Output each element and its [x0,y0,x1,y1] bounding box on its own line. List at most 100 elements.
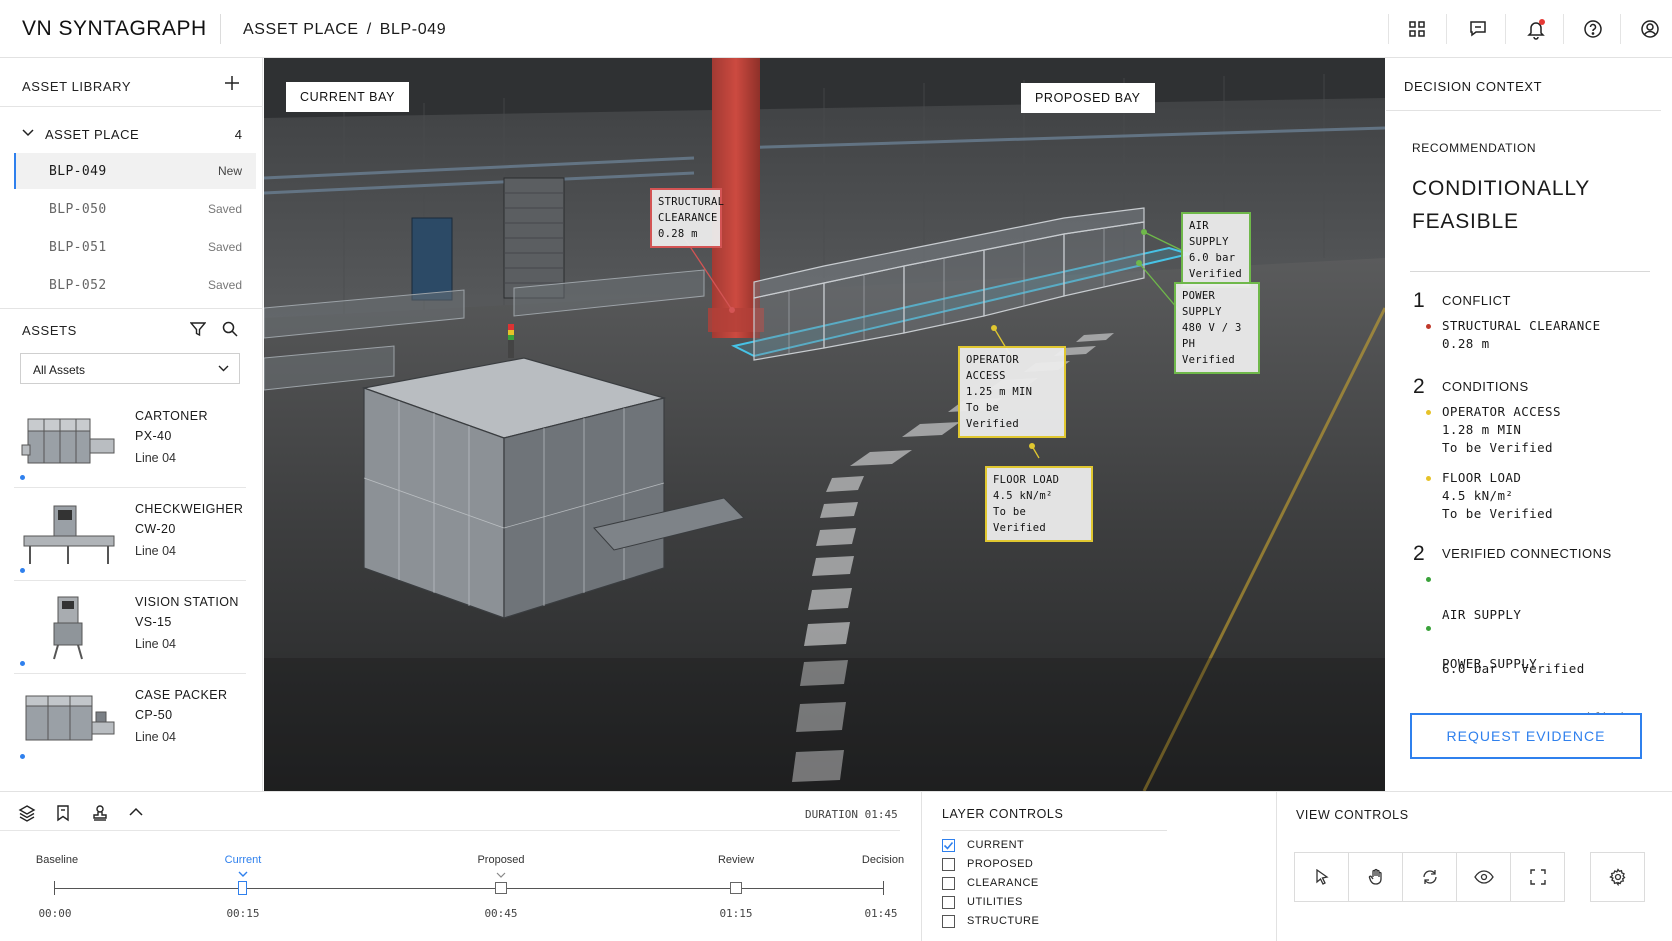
callout-operator-access[interactable]: OPERATOR ACCESS 1.25 m MIN To be Verifie… [958,346,1066,438]
layer-toggle-clearance[interactable]: CLEARANCE [942,875,1039,891]
callout-floor-load[interactable]: FLOOR LOAD 4.5 kN/m² To be Verified [985,466,1093,542]
add-icon[interactable] [224,75,240,96]
place-row[interactable]: BLP-049 New [14,153,256,189]
search-icon[interactable] [222,321,238,342]
bell-icon[interactable] [1522,15,1550,43]
check-icon [943,841,954,850]
asset-library-title: ASSET LIBRARY [22,79,132,94]
asset-model: CP-50 [135,708,173,722]
chevron-down-icon [22,129,34,137]
asset-card-checkweigher[interactable]: CHECKWEIGHER CW-20 Line 04 [14,488,246,581]
filter-icon[interactable] [189,321,207,342]
layer-controls-title: LAYER CONTROLS [942,807,1064,821]
timeline-playhead[interactable] [238,881,247,895]
asset-name: CASE PACKER [135,688,228,702]
place-name: BLP-049 [49,164,107,179]
layer-label: CURRENT [967,839,1025,851]
layer-toggle-current[interactable]: CURRENT [942,837,1024,853]
asset-card-vision-station[interactable]: VISION STATION VS-15 Line 04 [14,581,246,674]
condition-item-operator-access[interactable]: OPERATOR ACCESS 1.28 m MIN To be Verifie… [1442,403,1561,457]
warehouse-scene [264,58,1385,791]
layer-toggle-proposed[interactable]: PROPOSED [942,856,1033,872]
layers-icon[interactable] [18,804,36,827]
proposed-bay-label[interactable]: PROPOSED BAY [1021,83,1155,113]
settings-icon[interactable] [1590,852,1645,902]
scene-viewport[interactable]: CURRENT BAY PROPOSED BAY STRUCTURAL CLEA… [264,58,1385,791]
asset-model: CW-20 [135,522,176,536]
conflict-bullet [1426,324,1431,329]
divider [942,830,1167,831]
checkbox[interactable] [942,914,955,928]
asset-sidebar: ASSET LIBRARY ASSET PLACE 4 BLP-049 New … [0,58,263,791]
request-evidence-button[interactable]: REQUEST EVIDENCE [1410,713,1642,759]
recommendation-line: FEASIBLE [1412,210,1519,233]
timeline-tick [54,881,55,895]
chevron-up-icon[interactable] [128,805,144,824]
conflict-count: 1 [1413,289,1425,312]
asset-name: CARTONER [135,409,208,423]
place-row[interactable]: BLP-050 Saved [14,191,256,227]
eye-icon[interactable] [1456,852,1511,902]
conflict-title: CONFLICT [1442,293,1511,308]
timeline-marker[interactable] [495,882,507,894]
timeline-marker[interactable] [730,882,742,894]
item-line: 1.28 m MIN [1442,422,1522,437]
callout-line: 0.28 m [658,228,698,240]
item-line: 4.5 kN/m² [1442,488,1514,503]
pointer-icon[interactable] [1294,852,1349,902]
layer-label: STRUCTURE [967,915,1040,927]
callout-line: Verified [1189,268,1242,280]
layer-toggle-structure[interactable]: STRUCTURE [942,913,1039,929]
current-bay-label[interactable]: CURRENT BAY [286,82,410,112]
recommendation-label: RECOMMENDATION [1412,141,1537,155]
checkbox-checked[interactable] [942,838,955,852]
condition-bullet [1426,410,1431,415]
layer-label: UTILITIES [967,896,1023,908]
status-dot [20,568,25,573]
callout-air-supply[interactable]: AIR SUPPLY 6.0 bar Verified [1181,212,1251,288]
place-row[interactable]: BLP-052 Saved [14,267,256,303]
asset-place-group[interactable]: ASSET PLACE 4 [20,125,250,145]
callout-power-supply[interactable]: POWER SUPPLY 480 V / 3 PH Verified [1174,282,1260,374]
place-state: Saved [207,202,242,216]
asset-line: Line 04 [135,451,177,465]
app-logo: VN SYNTAGRAPH [22,17,207,40]
item-line: To be Verified [1442,440,1553,455]
layer-toggle-utilities[interactable]: UTILITIES [942,894,1023,910]
condition-item-floor-load[interactable]: FLOOR LOAD 4.5 kN/m² To be Verified [1442,469,1553,523]
timeline-time: 00:45 [484,907,518,920]
bookmark-icon[interactable] [55,804,71,827]
place-row[interactable]: BLP-051 Saved [14,229,256,265]
callout-structural-clearance[interactable]: STRUCTURAL CLEARANCE 0.28 m [650,188,725,248]
item-line: To be Verified [1442,506,1553,521]
user-icon[interactable] [1636,15,1664,43]
callout-line: CLEARANCE [658,212,718,224]
grid-icon[interactable] [1403,15,1431,43]
timeline-track[interactable] [54,888,884,889]
asset-card-case-packer[interactable]: CASE PACKER CP-50 Line 04 [14,674,246,767]
checkbox[interactable] [942,876,955,890]
status-dot [20,754,25,759]
case-packer-thumbnail [25,695,115,741]
breadcrumb-asset-place[interactable]: ASSET PLACE [243,21,359,38]
asset-card-cartoner[interactable]: CARTONER PX-40 Line 04 [14,395,246,488]
asset-filter-select[interactable]: All Assets [20,353,240,384]
stamp-icon[interactable] [91,804,109,827]
checkbox[interactable] [942,857,955,871]
header-separator [1505,14,1506,44]
hand-icon[interactable] [1348,852,1403,902]
conflict-item[interactable]: STRUCTURAL CLEARANCE 0.28 m [1442,317,1601,353]
header-separator [1388,14,1389,44]
orbit-icon[interactable] [1402,852,1457,902]
place-state: Saved [207,278,242,292]
header-separator [1563,14,1564,44]
timeline-stage-label: Review [717,854,755,866]
comment-icon[interactable] [1464,15,1492,43]
fullscreen-icon[interactable] [1510,852,1565,902]
checkbox[interactable] [942,895,955,909]
item-line: OPERATOR ACCESS [1442,404,1561,419]
view-controls-title: VIEW CONTROLS [1296,808,1409,822]
callout-line: STRUCTURAL [658,196,725,208]
conditions-title: CONDITIONS [1442,379,1529,394]
help-icon[interactable] [1579,15,1607,43]
